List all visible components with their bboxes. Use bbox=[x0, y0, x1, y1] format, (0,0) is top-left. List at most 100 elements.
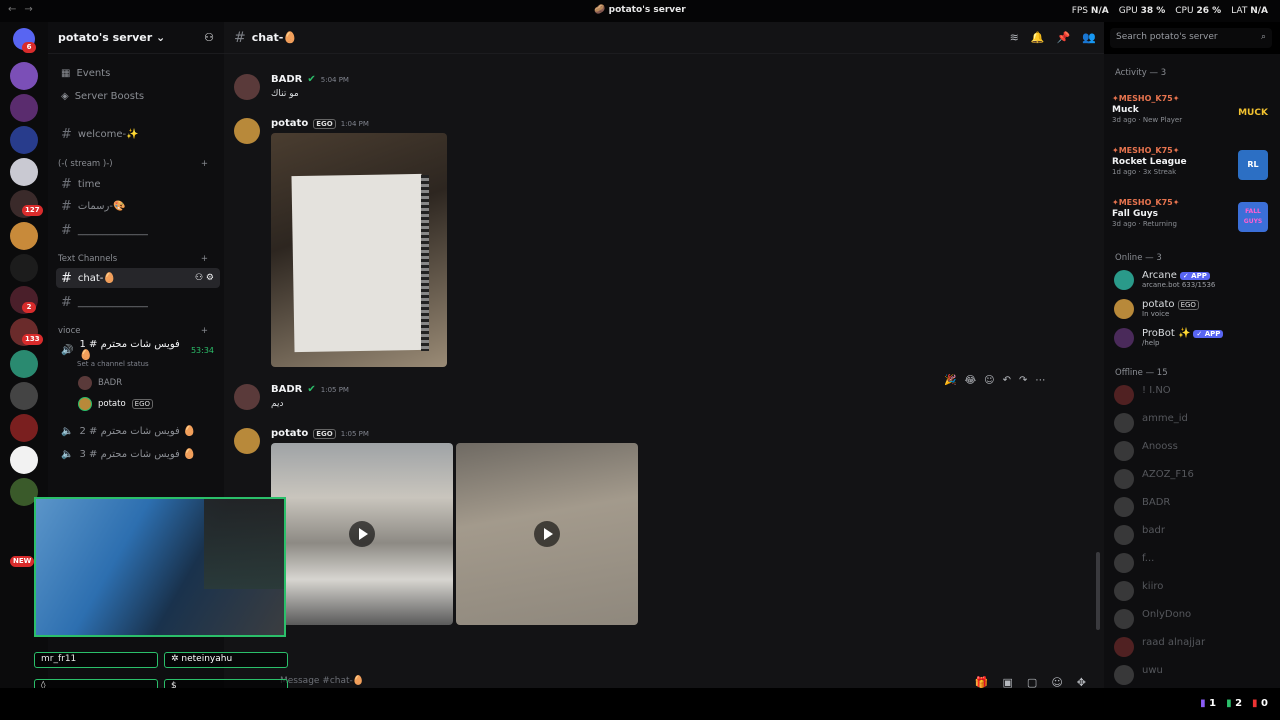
message[interactable]: BADR ✔ 1:05 PM ديم bbox=[234, 384, 1094, 414]
server-icon[interactable] bbox=[10, 414, 38, 442]
activity-header: Activity — 3 bbox=[1115, 68, 1167, 78]
member-probot[interactable]: ProBot ✨ ✓ APP/help bbox=[1114, 326, 1274, 348]
member-offline[interactable]: uwu bbox=[1114, 663, 1274, 685]
channel-welcome[interactable]: # welcome-✨ bbox=[56, 124, 220, 144]
server-boosts-item[interactable]: ◈ Server Boosts bbox=[56, 86, 220, 106]
reaction-icon[interactable]: 😂 bbox=[964, 375, 976, 386]
server-icon[interactable] bbox=[10, 62, 38, 90]
members-icon[interactable]: 👥 bbox=[1082, 31, 1096, 44]
voice-user-badr[interactable]: BADR bbox=[78, 376, 122, 390]
server-header[interactable]: potato's server ⌄ ⚇ bbox=[48, 22, 224, 54]
server-icon[interactable] bbox=[10, 350, 38, 378]
server-icon[interactable] bbox=[10, 254, 38, 282]
bell-icon[interactable]: 🔔 bbox=[1031, 31, 1045, 44]
add-reaction-icon[interactable]: ☺ bbox=[984, 375, 994, 386]
message-header: BADR ✔ 5:04 PM bbox=[271, 74, 349, 85]
server-icon[interactable] bbox=[10, 446, 38, 474]
member-offline[interactable]: AZOZ_F16 bbox=[1114, 467, 1274, 489]
member-offline[interactable]: f... bbox=[1114, 551, 1274, 573]
avatar bbox=[1114, 609, 1134, 629]
avatar[interactable] bbox=[234, 384, 260, 410]
category-stream[interactable]: (-( stream )-) + bbox=[58, 159, 208, 169]
member-offline[interactable]: ! I.NO bbox=[1114, 383, 1274, 405]
video-attachment[interactable] bbox=[456, 443, 638, 625]
composer-input[interactable]: Message #chat-🥚 bbox=[280, 676, 364, 686]
member-offline[interactable]: Anooss bbox=[1114, 439, 1274, 461]
message-header: BADR ✔ 1:05 PM bbox=[271, 384, 349, 395]
reply-icon[interactable]: ↶ bbox=[1003, 375, 1011, 386]
hash-icon: # bbox=[61, 198, 72, 214]
events-item[interactable]: ▦ Events bbox=[56, 63, 220, 83]
voice-channel-3[interactable]: 🔈 3 # فويس شات محترم 🥚 bbox=[56, 444, 220, 464]
server-icon[interactable] bbox=[10, 382, 38, 410]
channel-status[interactable]: Set a channel status bbox=[77, 360, 149, 368]
header-icons: ≋ 🔔 📌 👥 bbox=[1010, 31, 1096, 44]
message[interactable]: potato EGO 1:05 PM bbox=[234, 428, 1094, 638]
channel-time[interactable]: # time bbox=[56, 174, 220, 194]
author-name[interactable]: BADR bbox=[271, 74, 302, 85]
activity-card[interactable]: ✦MESHO_K75✦ Rocket League 1d ago · 3x St… bbox=[1112, 146, 1272, 192]
avatar[interactable] bbox=[234, 74, 260, 100]
message-header: potato EGO 1:04 PM bbox=[271, 118, 369, 129]
play-icon[interactable] bbox=[534, 521, 560, 547]
message-text: ديم bbox=[271, 399, 284, 409]
notification-badge: 2 bbox=[22, 302, 36, 313]
channel-chat[interactable]: # chat-🥚 ⚇ ⚙ bbox=[56, 268, 220, 288]
category-text-channels[interactable]: Text Channels + bbox=[58, 254, 208, 264]
reaction-icon[interactable]: 🎉 bbox=[944, 375, 956, 386]
voice-user-potato[interactable]: potato EGO bbox=[78, 397, 154, 411]
scrollbar[interactable] bbox=[1096, 552, 1100, 630]
search-input[interactable]: Search potato's server ⌕ bbox=[1110, 28, 1272, 48]
message-actions: 🎉 😂 ☺ ↶ ↷ ⋯ bbox=[944, 375, 1046, 386]
forward-icon[interactable]: ↷ bbox=[1019, 375, 1027, 386]
voice-channel-1[interactable]: 🔊 1 # فويس شات محترم 🥚 53:34 bbox=[56, 339, 220, 361]
server-icon[interactable] bbox=[10, 94, 38, 122]
video-attachment[interactable] bbox=[271, 443, 453, 625]
message-text: مو تناك bbox=[271, 89, 299, 99]
new-badge: NEW bbox=[10, 556, 35, 567]
member-offline[interactable]: raad alnajjar bbox=[1114, 635, 1274, 657]
member-offline[interactable]: BADR bbox=[1114, 495, 1274, 517]
speaker-icon: 🔊 bbox=[61, 344, 74, 356]
member-offline[interactable]: kiiro bbox=[1114, 579, 1274, 601]
avatar bbox=[1114, 413, 1134, 433]
more-icon[interactable]: ⋯ bbox=[1035, 375, 1045, 386]
category-voice[interactable]: vioce + bbox=[58, 326, 208, 336]
server-icon[interactable] bbox=[10, 126, 38, 154]
plus-icon[interactable]: + bbox=[201, 159, 208, 169]
server-icon[interactable] bbox=[10, 158, 38, 186]
member-offline[interactable]: badr bbox=[1114, 523, 1274, 545]
threads-icon[interactable]: ≋ bbox=[1010, 31, 1019, 44]
avatar[interactable] bbox=[234, 428, 260, 454]
plus-icon[interactable]: + bbox=[201, 254, 208, 264]
pin-icon[interactable]: 📌 bbox=[1057, 31, 1071, 44]
activity-card[interactable]: ✦MESHO_K75✦ Muck 3d ago · New Player MUC… bbox=[1112, 94, 1272, 140]
avatar[interactable] bbox=[234, 118, 260, 144]
channel-settings-icon[interactable]: ⚇ ⚙ bbox=[195, 273, 214, 283]
message[interactable]: BADR ✔ 5:04 PM مو تناك bbox=[234, 74, 1094, 104]
channel-separator[interactable]: # ______________ bbox=[56, 292, 220, 312]
author-name[interactable]: potato bbox=[271, 428, 308, 439]
author-name[interactable]: potato bbox=[271, 118, 308, 129]
member-arcane[interactable]: Arcane ✓ APP arcane.bot 633/1536 bbox=[1114, 268, 1274, 290]
channel-rsmat[interactable]: # رسمات-🎨 bbox=[56, 196, 220, 216]
hash-icon: # bbox=[61, 270, 72, 286]
channel-separator[interactable]: # ______________ bbox=[56, 220, 220, 240]
game-art: MUCK bbox=[1238, 108, 1268, 118]
add-member-icon[interactable]: ⚇ bbox=[204, 31, 214, 44]
member-potato[interactable]: potato EGO In voice bbox=[1114, 297, 1274, 319]
play-icon[interactable] bbox=[349, 521, 375, 547]
server-icon[interactable] bbox=[10, 222, 38, 250]
voice-channel-2[interactable]: 🔈 2 # فويس شات محترم 🥚 bbox=[56, 421, 220, 441]
member-offline[interactable]: amme_id bbox=[1114, 411, 1274, 433]
image-attachment[interactable] bbox=[271, 133, 447, 367]
activity-card[interactable]: ✦MESHO_K75✦ Fall Guys 3d ago · Returning… bbox=[1112, 198, 1272, 244]
avatar bbox=[1114, 581, 1134, 601]
message[interactable]: potato EGO 1:04 PM bbox=[234, 118, 1094, 378]
plus-icon[interactable]: + bbox=[201, 326, 208, 336]
avatar bbox=[1114, 553, 1134, 573]
author-name[interactable]: BADR bbox=[271, 384, 302, 395]
avatar bbox=[78, 397, 92, 411]
hash-icon: # bbox=[61, 126, 72, 142]
member-offline[interactable]: OnlyDono bbox=[1114, 607, 1274, 629]
